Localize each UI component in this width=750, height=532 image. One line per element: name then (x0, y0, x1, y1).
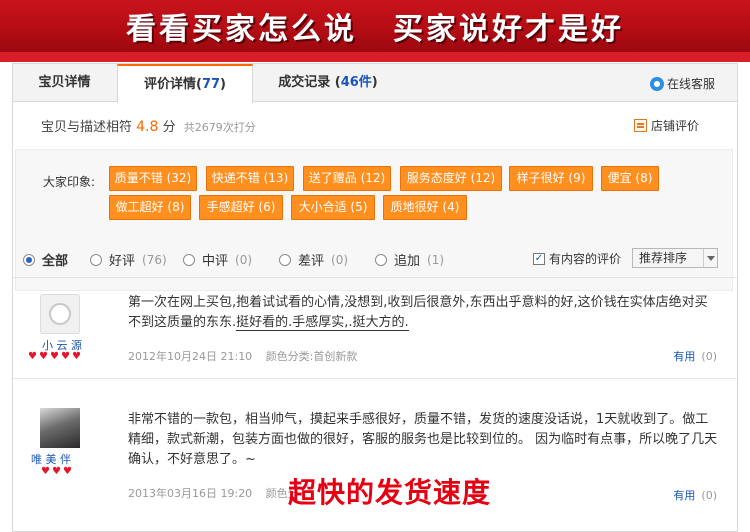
review-meta: 2013年03月16日 19:20 颜色分 (128, 485, 299, 501)
score-value: 4.8 (136, 119, 159, 135)
impression-tag[interactable]: 送了赠品 (12) (303, 166, 391, 191)
buyer-rank: ♥ ♥ ♥ ♥ ♥ (28, 351, 82, 362)
useful-label: 有用 (673, 489, 696, 502)
review-meta: 2012年10月24日 21:10 颜色分类:首创新款 (128, 348, 357, 364)
score-row: 宝贝与描述相符 4.8 分 共2679次打分 店铺评价 (13, 103, 737, 143)
useful-count: (0) (701, 489, 717, 502)
sort-value: 推荐排序 (639, 251, 688, 265)
shop-review-link[interactable]: 店铺评价 (633, 117, 699, 134)
radio-icon[interactable] (183, 253, 195, 266)
sort-select[interactable]: 推荐排序 (632, 248, 718, 268)
banner-strip (0, 52, 750, 62)
filter-good[interactable]: 好评 (76) (90, 250, 167, 269)
impression-tag[interactable]: 大小合适 (5) (291, 195, 375, 220)
promo-banner: 看看买家怎么说 买家说好才是好 (0, 0, 750, 52)
filter-label: 好评 (109, 254, 136, 269)
filter-count: (1) (427, 252, 445, 267)
tab-reviews[interactable]: 评价详情(77) (117, 64, 253, 103)
radio-icon[interactable] (279, 253, 291, 266)
filter-count: (0) (331, 252, 349, 267)
review-attr: 颜色分类:首创新款 (265, 350, 358, 363)
review-text-underlined: 挺好看的.手感厚实,.挺大方的. (236, 315, 409, 331)
impression-tag[interactable]: 便宜 (8) (601, 166, 659, 191)
tab-label: 评价详情( (144, 77, 202, 92)
online-service-link[interactable]: 在线客服 (649, 75, 715, 92)
banner-title-left: 看看买家怎么说 (126, 12, 357, 47)
tab-label: 宝贝详情 (38, 75, 91, 90)
checkbox-checked-icon[interactable]: ✓ (533, 252, 545, 265)
promo-caption: 超快的发货速度 (288, 476, 492, 509)
radio-icon[interactable] (90, 253, 102, 266)
reviewer-nickname[interactable]: 唯 美 伴 (31, 451, 71, 467)
tab-item-details[interactable]: 宝贝详情 (13, 64, 116, 102)
review-item: 小 云 源 ♥ ♥ ♥ ♥ ♥ 第一次在网上买包,抱着试试看的心情,没想到,收到… (13, 280, 737, 379)
useful-button[interactable]: 有用 (0) (673, 487, 717, 503)
chevron-down-icon[interactable] (703, 249, 717, 267)
tab-label: 成交记录 ( (278, 75, 341, 90)
useful-button[interactable]: 有用 (0) (673, 348, 717, 364)
review-date: 2012年10月24日 21:10 (128, 350, 253, 363)
chat-bubble-icon (649, 76, 664, 91)
heart-icon: ♥ (72, 351, 81, 362)
tab-count: 46件 (340, 75, 372, 90)
avatar[interactable] (40, 294, 80, 334)
review-text: 第一次在网上买包,抱着试试看的心情,没想到,收到后很意外,东西出乎意料的好,这价… (128, 295, 708, 330)
score-unit: 分 (162, 120, 176, 135)
impression-label: 大家印象: (43, 175, 96, 189)
impression-tag[interactable]: 样子很好 (9) (509, 166, 593, 191)
document-icon (633, 119, 647, 132)
avatar[interactable] (40, 408, 80, 448)
shop-review-label: 店铺评价 (650, 119, 699, 133)
tab-count: 77 (201, 77, 221, 92)
heart-icon: ♥ (39, 351, 48, 362)
heart-icon: ♥ (28, 351, 37, 362)
review-date: 2013年03月16日 19:20 (128, 487, 253, 500)
tab-bar: 宝贝详情 评价详情(77) 成交记录 (46件) 在线客服 (13, 64, 737, 103)
default-face-icon (49, 303, 71, 325)
review-panel: 宝贝详情 评价详情(77) 成交记录 (46件) 在线客服 宝贝与描述相符 4.… (12, 63, 738, 532)
filter-append[interactable]: 追加 (1) (375, 250, 444, 269)
tab-suffix: ) (220, 77, 226, 92)
has-content-filter[interactable]: ✓ 有内容的评价 (533, 250, 621, 267)
useful-label: 有用 (673, 350, 696, 363)
radio-selected-icon[interactable] (23, 253, 35, 266)
filter-neutral[interactable]: 中评 (0) (183, 250, 252, 269)
impression-tag[interactable]: 服务态度好 (12) (400, 166, 502, 191)
heart-icon: ♥ (52, 466, 61, 477)
heart-icon: ♥ (61, 351, 70, 362)
useful-count: (0) (701, 350, 717, 363)
filter-bad[interactable]: 差评 (0) (279, 250, 348, 269)
impression-tag[interactable]: 质地很好 (4) (383, 195, 467, 220)
filter-row: 全部 好评 (76) 中评 (0) 差评 (0) 追加 (1) ✓ 有内容的评价… (13, 238, 737, 278)
filter-label: 追加 (394, 254, 421, 269)
impression-tag[interactable]: 做工超好 (8) (109, 195, 191, 220)
filter-label: 全部 (42, 254, 69, 269)
filter-all[interactable]: 全部 (23, 250, 68, 269)
score-summary: 宝贝与描述相符 4.8 分 共2679次打分 (41, 116, 256, 135)
review-content: 非常不错的一款包，相当帅气，摸起来手感很好，质量不错，发货的速度没话说，1天就收… (128, 410, 718, 470)
filter-label: 中评 (202, 254, 229, 269)
score-count: 共2679次打分 (183, 121, 256, 134)
banner-title-right: 买家说好才是好 (393, 12, 624, 47)
impression-tag[interactable]: 手感超好 (6) (199, 195, 283, 220)
score-label: 宝贝与描述相符 (41, 120, 133, 135)
heart-icon: ♥ (63, 466, 72, 477)
buyer-rank: ♥ ♥ ♥ (41, 466, 73, 477)
filter-count: (76) (142, 252, 167, 267)
heart-icon: ♥ (41, 466, 50, 477)
heart-icon: ♥ (50, 351, 59, 362)
radio-icon[interactable] (375, 253, 387, 266)
tab-transactions[interactable]: 成交记录 (46件) (263, 64, 393, 102)
impression-tag[interactable]: 快递不错 (13) (206, 166, 294, 191)
has-content-label: 有内容的评价 (549, 252, 622, 266)
service-label: 在线客服 (666, 77, 715, 91)
review-content: 第一次在网上买包,抱着试试看的心情,没想到,收到后很意外,东西出乎意料的好,这价… (128, 293, 718, 333)
review-text: 非常不错的一款包，相当帅气，摸起来手感很好，质量不错，发货的速度没话说，1天就收… (128, 412, 718, 467)
filter-label: 差评 (298, 254, 325, 269)
tab-suffix: ) (371, 75, 378, 90)
filter-count: (0) (235, 252, 253, 267)
impression-tag[interactable]: 质量不错 (32) (109, 166, 197, 191)
